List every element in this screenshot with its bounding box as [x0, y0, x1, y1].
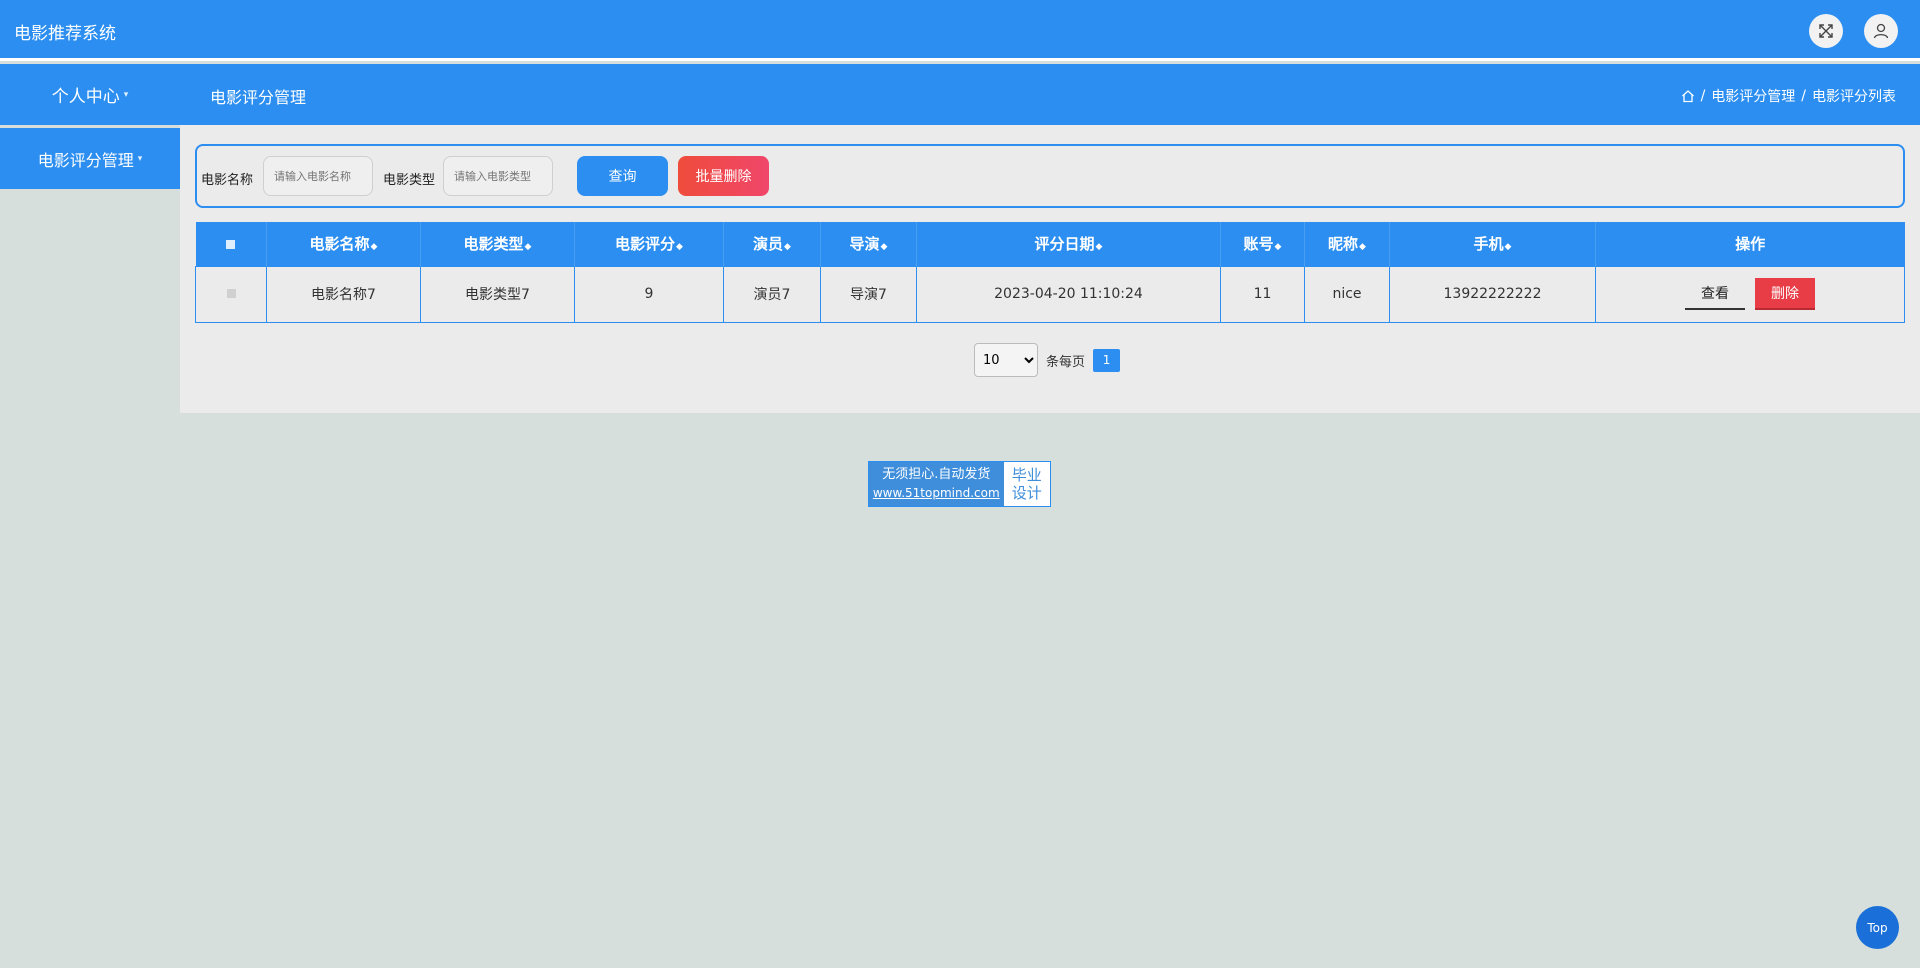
cell-actions: 查看 删除: [1595, 265, 1905, 323]
sort-icon: ◆: [880, 242, 888, 253]
page-title: 电影评分管理: [210, 88, 307, 107]
sort-icon: ◆: [524, 242, 532, 253]
sort-icon: ◆: [784, 242, 791, 253]
view-button[interactable]: 查看: [1685, 278, 1745, 310]
search-form: 电影名称 电影类型 查询 批量删除: [195, 144, 1905, 208]
row-select-cell[interactable]: [195, 265, 267, 323]
breadcrumb: / 电影评分管理 / 电影评分列表: [1681, 86, 1896, 106]
pagination: 10 条每页 1: [974, 343, 1121, 377]
fullscreen-icon: [1819, 24, 1833, 38]
table-row: 电影名称7 电影类型7 9 演员7 导演7 2023-04-20 11:10:2…: [195, 265, 1905, 323]
col-movie-score[interactable]: 电影评分◆: [574, 222, 724, 266]
nav-personal-center[interactable]: 个人中心 ▾: [0, 64, 180, 125]
col-movie-type[interactable]: 电影类型◆: [420, 222, 575, 266]
fullscreen-button[interactable]: [1809, 14, 1843, 48]
watermark-left: 无须担心.自动发货 www.51topmind.com: [869, 462, 1004, 506]
sort-icon: ◆: [1359, 242, 1366, 253]
watermark-right: 毕业 设计: [1003, 462, 1050, 506]
select-all-cell[interactable]: [195, 222, 267, 266]
delete-button[interactable]: 删除: [1755, 278, 1815, 310]
cell-movie-score: 9: [574, 265, 724, 323]
batch-delete-button[interactable]: 批量删除: [678, 156, 769, 196]
col-actions: 操作: [1595, 222, 1905, 266]
table-header-row: 电影名称◆ 电影类型◆ 电影评分◆ 演员◆ 导演◆ 评分日期◆ 账号◆ 昵称◆ …: [195, 222, 1905, 266]
sidebar-item-label: 电影评分管理: [37, 150, 134, 170]
sort-icon: ◆: [370, 242, 378, 253]
sidebar-item-rating-management[interactable]: 电影评分管理 ▾: [0, 128, 180, 189]
movie-type-label: 电影类型: [383, 173, 436, 188]
movie-type-input[interactable]: [443, 156, 553, 196]
row-checkbox[interactable]: [226, 289, 236, 298]
cell-movie-name: 电影名称7: [266, 265, 421, 323]
breadcrumb-separator: /: [1700, 88, 1706, 104]
breadcrumb-item-rating-list: 电影评分列表: [1812, 89, 1896, 105]
col-phone[interactable]: 手机◆: [1389, 222, 1596, 266]
breadcrumb-separator: /: [1801, 88, 1806, 104]
caret-down-icon: ▾: [123, 89, 129, 100]
watermark-side-1: 毕业: [1011, 466, 1042, 484]
main-content: 电影名称 电影类型 查询 批量删除 电影名称◆ 电影类型◆ 电影评分◆ 演员◆ …: [180, 125, 1920, 413]
watermark-url: www.51topmind.com: [872, 486, 1000, 500]
cell-nickname: nice: [1304, 265, 1390, 323]
sort-icon: ◆: [1504, 242, 1512, 253]
col-director[interactable]: 导演◆: [820, 222, 917, 266]
col-account[interactable]: 账号◆: [1220, 222, 1305, 266]
sidebar: 电影评分管理 ▾: [0, 128, 180, 968]
user-icon: [1873, 23, 1889, 39]
back-to-top-button[interactable]: Top: [1856, 906, 1899, 949]
cell-director: 导演7: [820, 265, 917, 323]
rating-table: 电影名称◆ 电影类型◆ 电影评分◆ 演员◆ 导演◆ 评分日期◆ 账号◆ 昵称◆ …: [195, 222, 1905, 323]
top-header: 电影推荐系统: [0, 0, 1920, 61]
watermark-banner[interactable]: 无须担心.自动发货 www.51topmind.com 毕业 设计: [868, 461, 1051, 507]
page-button-1[interactable]: 1: [1093, 348, 1121, 372]
sort-icon: ◆: [1274, 242, 1282, 253]
watermark-side-2: 设计: [1011, 484, 1042, 502]
watermark-slogan: 无须担心.自动发货: [882, 467, 991, 482]
breadcrumb-item-rating-management[interactable]: 电影评分管理: [1711, 86, 1795, 106]
movie-name-input[interactable]: [263, 156, 373, 196]
user-button[interactable]: [1864, 14, 1898, 48]
home-icon[interactable]: [1681, 89, 1695, 103]
cell-phone: 13922222222: [1389, 265, 1596, 323]
nav-bar: 个人中心 ▾ 电影评分管理 / 电影评分管理 / 电影评分列表: [0, 64, 1920, 125]
cell-rating-date: 2023-04-20 11:10:24: [916, 265, 1221, 323]
col-nickname[interactable]: 昵称◆: [1304, 222, 1390, 266]
page-size-select[interactable]: 10: [974, 343, 1038, 377]
movie-name-label: 电影名称: [201, 173, 254, 188]
per-page-label: 条每页: [1046, 354, 1086, 370]
select-all-checkbox[interactable]: [226, 239, 236, 249]
query-button[interactable]: 查询: [577, 156, 668, 196]
app-title: 电影推荐系统: [14, 24, 116, 44]
col-actor[interactable]: 演员◆: [723, 222, 821, 266]
sort-icon: ◆: [1095, 242, 1103, 253]
cell-account: 11: [1220, 265, 1305, 323]
col-rating-date[interactable]: 评分日期◆: [916, 222, 1221, 266]
col-movie-name[interactable]: 电影名称◆: [266, 222, 421, 266]
cell-movie-type: 电影类型7: [420, 265, 575, 323]
sort-icon: ◆: [676, 242, 683, 253]
caret-down-icon: ▾: [137, 153, 143, 164]
cell-actor: 演员7: [723, 265, 821, 323]
nav-personal-center-label: 个人中心: [51, 87, 120, 107]
